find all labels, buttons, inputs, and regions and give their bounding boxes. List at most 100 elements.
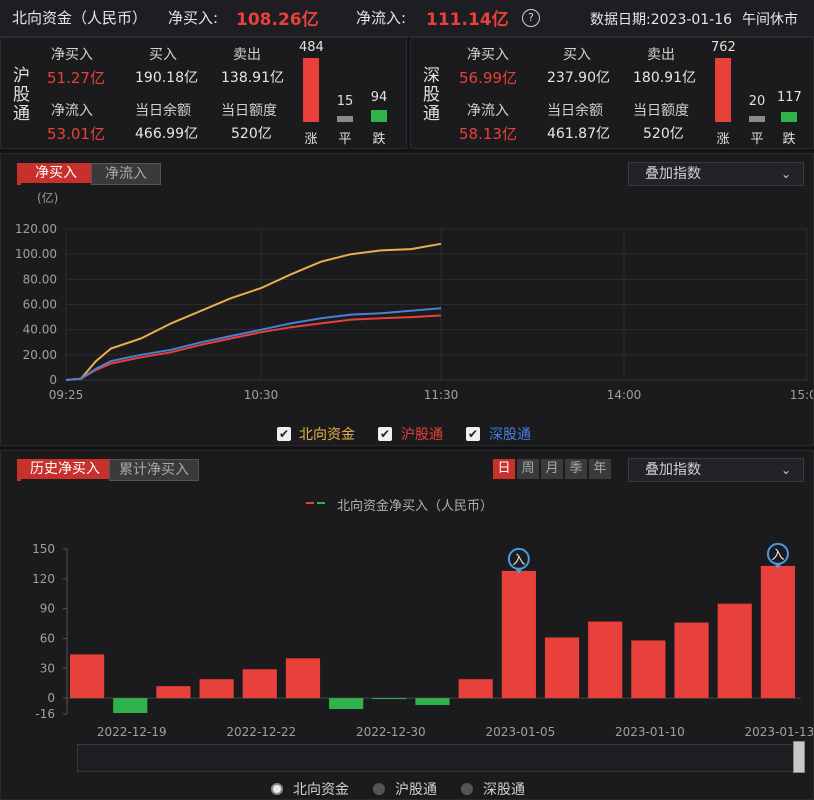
x-tick-label: 15:00	[790, 388, 813, 402]
sgt-net-inflow-value: 58.13亿	[459, 125, 517, 143]
range-slider-track[interactable]	[77, 744, 799, 772]
legend-sgt: 深股通	[489, 427, 531, 443]
sgt-quota-value: 520亿	[643, 126, 684, 142]
history-bar	[156, 686, 191, 699]
overlay-index-dropdown[interactable]: 叠加指数 ⌄	[628, 162, 804, 186]
hgt-name: 沪股通	[7, 66, 29, 123]
net-inflow-value: 111.14亿	[426, 10, 509, 30]
history-bar	[674, 622, 709, 699]
marker-label: 入	[512, 553, 525, 568]
intraday-panel: 净买入 净流入 叠加指数 ⌄ (亿) 0 20.00 40.00 60.00 80.00 1…	[0, 153, 814, 446]
intraday-chart: (亿) 0 20.00 40.00 60.00 80.00 100.00 120.00 09:2…	[15, 190, 813, 402]
y-tick-label: 60.00	[23, 298, 57, 312]
sgt-up-bar	[715, 58, 731, 122]
sgt-up-label: 涨	[716, 132, 730, 147]
period-month[interactable]: 月	[541, 459, 563, 479]
hgt-down-label: 跌	[372, 132, 386, 147]
data-date: 数据日期:2023-01-16	[590, 12, 733, 28]
tab-net-buy[interactable]: 净买入	[21, 163, 91, 183]
sgt-up-count: 762	[711, 40, 736, 55]
x-tick-label: 2023-01-13	[745, 725, 813, 739]
history-bar	[760, 565, 795, 699]
net-buy-label: 净买入:	[168, 9, 219, 27]
tab-history-net-buy[interactable]: 历史净买入	[21, 459, 109, 479]
history-bar	[544, 637, 580, 699]
series-hgt-line	[65, 314, 442, 381]
hgt-net-buy-label: 净买入	[51, 47, 93, 63]
bottom-legend-sgt: 深股通	[483, 782, 525, 798]
y-tick-label: 150	[32, 542, 55, 556]
sgt-name: 深股通	[417, 66, 439, 123]
hgt-name-text: 沪股通	[9, 66, 29, 123]
hgt-quota-value: 520亿	[231, 126, 272, 142]
hgt-sell-value: 138.91亿	[221, 70, 284, 86]
legend-hgt: 沪股通	[401, 427, 443, 443]
history-series-legend: 北向资金净买入（人民币）	[337, 499, 494, 514]
hgt-down-count: 94	[370, 90, 388, 105]
period-day[interactable]: 日	[493, 459, 515, 479]
hgt-up-bar	[303, 58, 319, 122]
sgt-down-bar	[781, 112, 797, 122]
y-tick-label: 0	[49, 373, 57, 387]
checkbox-sgt[interactable]: ✔	[466, 427, 480, 441]
hgt-up-label: 涨	[304, 132, 318, 147]
history-bar	[199, 679, 234, 699]
history-bar	[588, 621, 623, 699]
y-tick-label: 120.00	[15, 222, 57, 236]
hgt-quota-label: 当日额度	[221, 103, 277, 119]
hgt-net-inflow-value: 53.01亿	[47, 125, 105, 143]
x-tick-label: 2023-01-10	[615, 725, 685, 739]
y-tick-label: 80.00	[23, 272, 57, 286]
y-tick-label: -16	[35, 707, 55, 721]
range-slider-handle[interactable]	[793, 741, 805, 773]
radio-hgt[interactable]	[373, 783, 385, 795]
legend-north: 北向资金	[299, 427, 355, 443]
sgt-flat-count: 20	[748, 94, 766, 109]
sgt-balance-value: 461.87亿	[547, 126, 610, 142]
market-status: 午间休市	[742, 12, 798, 28]
history-bar	[242, 669, 277, 699]
hgt-balance-label: 当日余额	[135, 103, 191, 119]
sgt-flat-bar	[749, 116, 765, 122]
net-inflow-label: 净流入:	[356, 9, 407, 27]
legend-swatch-red	[306, 502, 314, 504]
history-panel: 历史净买入 累计净买入 日 周 月 季 年 叠加指数 ⌄ 北向资金净买入（人民币…	[0, 450, 814, 800]
x-tick-label: 14:00	[607, 388, 642, 402]
net-buy-value: 108.26亿	[236, 10, 319, 30]
history-bar	[631, 640, 666, 699]
x-tick-label: 2023-01-05	[485, 725, 555, 739]
sgt-net-inflow-label: 净流入	[467, 103, 509, 119]
y-unit-label: (亿)	[37, 190, 58, 205]
y-tick-label: 120	[32, 572, 55, 586]
hgt-net-buy-value: 51.27亿	[47, 69, 105, 87]
history-bar	[458, 679, 493, 699]
hgt-net-inflow-label: 净流入	[51, 103, 93, 119]
x-tick-label: 11:30	[424, 388, 459, 402]
period-year[interactable]: 年	[589, 459, 611, 479]
hgt-panel: 沪股通 净买入 51.27亿 买入 190.18亿 卖出 138.91亿 净流入…	[0, 37, 407, 149]
radio-sgt[interactable]	[461, 783, 473, 795]
legend-swatch-green	[317, 502, 325, 504]
tab-net-inflow[interactable]: 净流入	[91, 163, 161, 185]
question-circle-icon[interactable]: ?	[522, 9, 540, 27]
checkbox-hgt[interactable]: ✔	[378, 427, 392, 441]
y-tick-label: 40.00	[23, 323, 57, 337]
period-week[interactable]: 周	[517, 459, 539, 479]
x-tick-label: 2022-12-19	[97, 725, 167, 739]
history-bar	[501, 570, 536, 699]
overlay-index-label: 叠加指数	[645, 166, 701, 182]
y-tick-label: 20.00	[23, 348, 57, 362]
history-bar	[717, 603, 752, 699]
hgt-up-count: 484	[299, 40, 324, 55]
bottom-legend-north: 北向资金	[293, 782, 349, 798]
overlay-index-dropdown-2[interactable]: 叠加指数 ⌄	[628, 458, 804, 482]
radio-north[interactable]	[271, 783, 283, 795]
tab-cumulative-net-buy[interactable]: 累计净买入	[109, 459, 199, 481]
header-bar: 北向资金（人民币） 净买入: 108.26亿 净流入: 111.14亿 ? 数据…	[0, 0, 814, 37]
hgt-balance-value: 466.99亿	[135, 126, 198, 142]
checkbox-north[interactable]: ✔	[277, 427, 291, 441]
y-tick-label: 60	[40, 631, 55, 645]
period-quarter[interactable]: 季	[565, 459, 587, 479]
x-tick-label: 09:25	[49, 388, 84, 402]
hgt-sell-label: 卖出	[233, 47, 261, 63]
